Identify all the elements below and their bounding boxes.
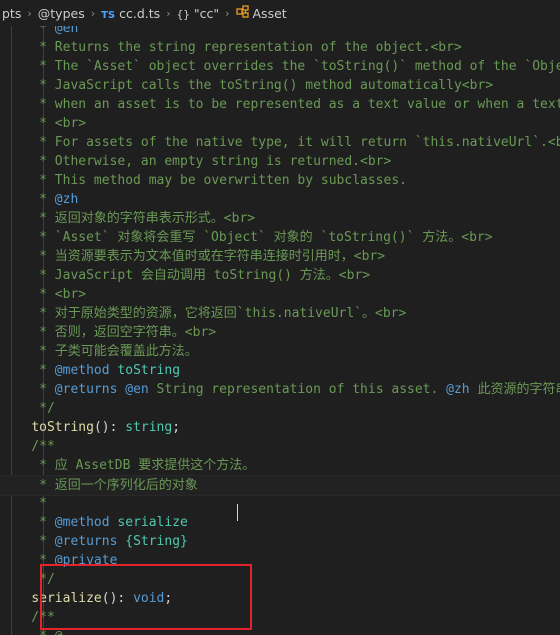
comment-text: * 否则，返回空字符串。<br> (0, 325, 217, 340)
comment-text: * The `Asset` object overrides the `toSt… (0, 59, 560, 74)
comment-text: * 当资源要表示为文本值时或在字符串连接时引用时，<br> (0, 249, 386, 264)
code-line: * 应 AssetDB 要求提供这个方法。 (0, 456, 560, 475)
code-line: * when an asset is to be represented as … (0, 95, 560, 114)
comment-text: * 应 AssetDB 要求提供这个方法。 (0, 458, 256, 473)
code-line: * <br> (0, 285, 560, 304)
code-line: * JavaScript calls the toString() method… (0, 76, 560, 95)
comment-text: * `Asset` 对象将会重写 `Object` 对象的 `toString(… (0, 230, 493, 245)
annotation-highlight-box (40, 564, 252, 630)
code-line: * <br> (0, 114, 560, 133)
comment-text: * <br> (0, 116, 87, 131)
comment-text: * when an asset is to be represented as … (0, 97, 560, 112)
breadcrumb-folder-types[interactable]: @types (36, 6, 87, 21)
jsdoc-tag: @zh (446, 382, 470, 397)
comment-text: * @method serialize (0, 515, 188, 530)
comment-text: * 子类可能会覆盖此方法。 (0, 344, 198, 359)
jsdoc-tag: @method (54, 515, 110, 530)
chevron-right-icon: › (166, 6, 171, 20)
chevron-right-icon: › (90, 6, 96, 20)
code-line: /** (0, 437, 560, 456)
comment-text: * 返回对象的字符串表示形式。<br> (0, 211, 256, 226)
jsdoc-tag: @en (125, 382, 149, 397)
breadcrumb-folder-pts[interactable]: pts (0, 6, 23, 21)
code-line: * 对于原始类型的资源，它将返回`this.nativeUrl`。<br> (0, 304, 560, 323)
code-line: * For assets of the native type, it will… (0, 133, 560, 152)
code-line: */ (0, 399, 560, 418)
code-line: * 否则，返回空字符串。<br> (0, 323, 560, 342)
comment-text: /** (0, 439, 55, 454)
jsdoc-type: {String} (125, 534, 188, 549)
code-line: * @zh (0, 190, 560, 209)
code-line: * `Asset` 对象将会重写 `Object` 对象的 `toString(… (0, 228, 560, 247)
code-editor[interactable]: * @en * Returns the string representatio… (0, 26, 560, 635)
code-line: * 子类可能会覆盖此方法。 (0, 342, 560, 361)
code-line: * Returns the string representation of t… (0, 38, 560, 57)
code-line: * @returns @en String representation of … (0, 380, 560, 399)
return-type: string (125, 420, 173, 435)
jsdoc-tag: @method (54, 363, 110, 378)
jsdoc-name: serialize (117, 515, 188, 530)
comment-text: * JavaScript 会自动调用 toString() 方法。<br> (0, 268, 371, 283)
code-line: * Otherwise, an empty string is returned… (0, 152, 560, 171)
comment-text: */ (0, 401, 55, 416)
breadcrumb-class[interactable]: Asset (234, 5, 289, 21)
comment-text: * @method toString (0, 363, 181, 378)
comment-text: * 返回一个序列化后的对象 (0, 478, 198, 493)
comment-text: * 对于原始类型的资源，它将返回`this.nativeUrl`。<br> (0, 306, 407, 321)
jsdoc-tag: @returns (54, 382, 118, 397)
code-line: * @returns {String} (0, 532, 560, 551)
comment-text: * @returns @en String representation of … (0, 382, 560, 397)
breadcrumb-file[interactable]: TS cc.d.ts (99, 6, 162, 21)
jsdoc-tag: @returns (54, 534, 118, 549)
comment-text: * JavaScript calls the toString() method… (0, 78, 494, 93)
code-line: * @method serialize (0, 513, 560, 532)
jsdoc-tag: @en (54, 26, 79, 36)
code-line-current: * 返回一个序列化后的对象 (0, 475, 560, 496)
comment-text: * Returns the string representation of t… (0, 40, 462, 55)
comment-text: * (0, 496, 47, 511)
comment-text: * @returns {String} (0, 534, 188, 549)
code-line: * This method may be overwritten by subc… (0, 171, 560, 190)
code-line: * 返回对象的字符串表示形式。<br> (0, 209, 560, 228)
code-line: toString(): string; (0, 418, 560, 437)
code-line: * The `Asset` object overrides the `toSt… (0, 57, 560, 76)
code-line: * @method toString (0, 361, 560, 380)
breadcrumb-file-label: cc.d.ts (119, 5, 161, 21)
breadcrumb-class-label: Asset (252, 6, 287, 21)
comment-text: * @zh (0, 192, 79, 207)
breadcrumb-module[interactable]: {} "cc" (175, 6, 222, 21)
comment-text: * Otherwise, an empty string is returned… (0, 154, 392, 169)
method-declaration: toString(): string; (31, 420, 181, 435)
chevron-right-icon: › (225, 6, 230, 20)
breadcrumb-module-label: "cc" (193, 5, 220, 21)
typescript-file-icon: TS (101, 9, 116, 21)
breadcrumb: pts › @types › TS cc.d.ts › {} "cc" › Asse… (0, 0, 560, 26)
text-cursor (237, 504, 238, 521)
code-line: * JavaScript 会自动调用 toString() 方法。<br> (0, 266, 560, 285)
class-symbol-icon (235, 5, 249, 18)
module-icon: {} (176, 7, 190, 21)
comment-text: * @en (0, 26, 78, 38)
chevron-right-icon: › (27, 6, 32, 20)
jsdoc-tag: @zh (54, 192, 79, 207)
jsdoc-name: toString (117, 363, 181, 378)
method-name: toString (31, 420, 94, 435)
comment-text: * <br> (0, 287, 87, 302)
code-line: * @en (0, 26, 560, 38)
comment-text: * For assets of the native type, it will… (0, 135, 560, 150)
code-line: * (0, 494, 560, 513)
comment-text: * This method may be overwritten by subc… (0, 173, 407, 188)
code-line: * 当资源要表示为文本值时或在字符串连接时引用时，<br> (0, 247, 560, 266)
